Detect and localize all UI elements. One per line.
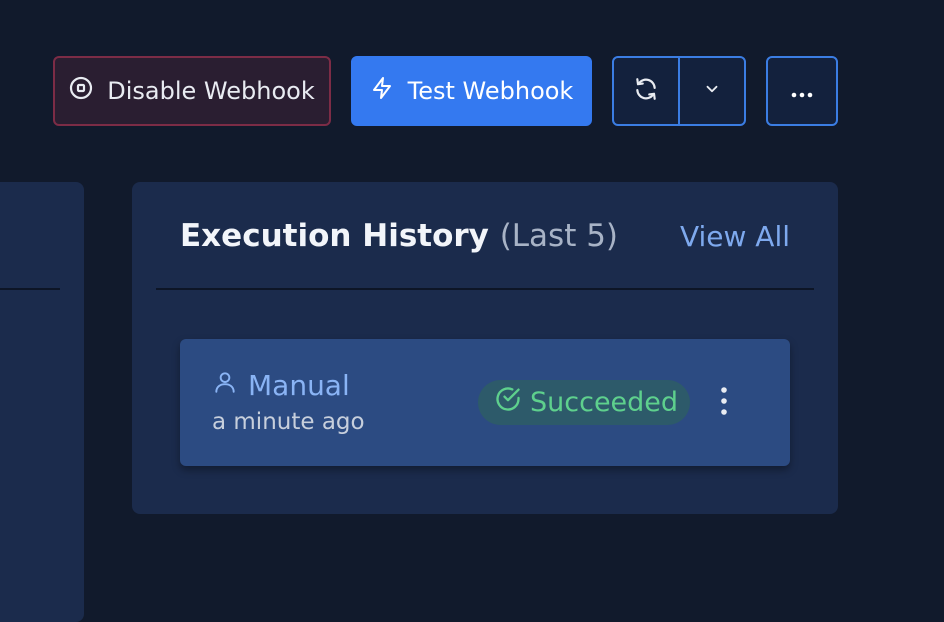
ellipsis-horizontal-icon [790, 77, 814, 105]
view-all-link[interactable]: View All [680, 220, 790, 253]
ellipsis-vertical-icon [720, 386, 728, 420]
panel-title: Execution History (Last 5) [180, 218, 618, 254]
execution-history-panel: Execution History (Last 5) View All Manu… [132, 182, 838, 514]
status-label: Succeeded [530, 387, 679, 418]
left-panel [0, 182, 84, 622]
more-actions-button[interactable] [766, 56, 838, 126]
refresh-button[interactable] [614, 58, 678, 124]
execution-trigger: Manual [212, 369, 350, 402]
disable-webhook-label: Disable Webhook [107, 77, 315, 105]
panel-title-text: Execution History [180, 218, 489, 254]
execution-trigger-label: Manual [248, 369, 350, 402]
status-badge: Succeeded [478, 380, 690, 425]
stop-circle-icon [69, 76, 93, 106]
left-panel-divider [0, 288, 60, 290]
check-circle-icon [494, 385, 522, 420]
panel-title-suffix: (Last 5) [499, 218, 619, 254]
user-icon [212, 369, 238, 402]
refresh-split-button [612, 56, 746, 126]
execution-time: a minute ago [212, 409, 365, 435]
refresh-options-dropdown[interactable] [678, 58, 744, 124]
chevron-down-icon [703, 80, 721, 102]
test-webhook-button[interactable]: Test Webhook [351, 56, 592, 126]
execution-menu-button[interactable] [712, 385, 736, 421]
test-webhook-label: Test Webhook [407, 77, 574, 105]
panel-divider [156, 288, 814, 290]
execution-item[interactable]: Manual a minute ago Succeeded [180, 339, 790, 466]
disable-webhook-button[interactable]: Disable Webhook [53, 56, 331, 126]
refresh-icon [633, 76, 659, 106]
lightning-icon [370, 75, 394, 107]
